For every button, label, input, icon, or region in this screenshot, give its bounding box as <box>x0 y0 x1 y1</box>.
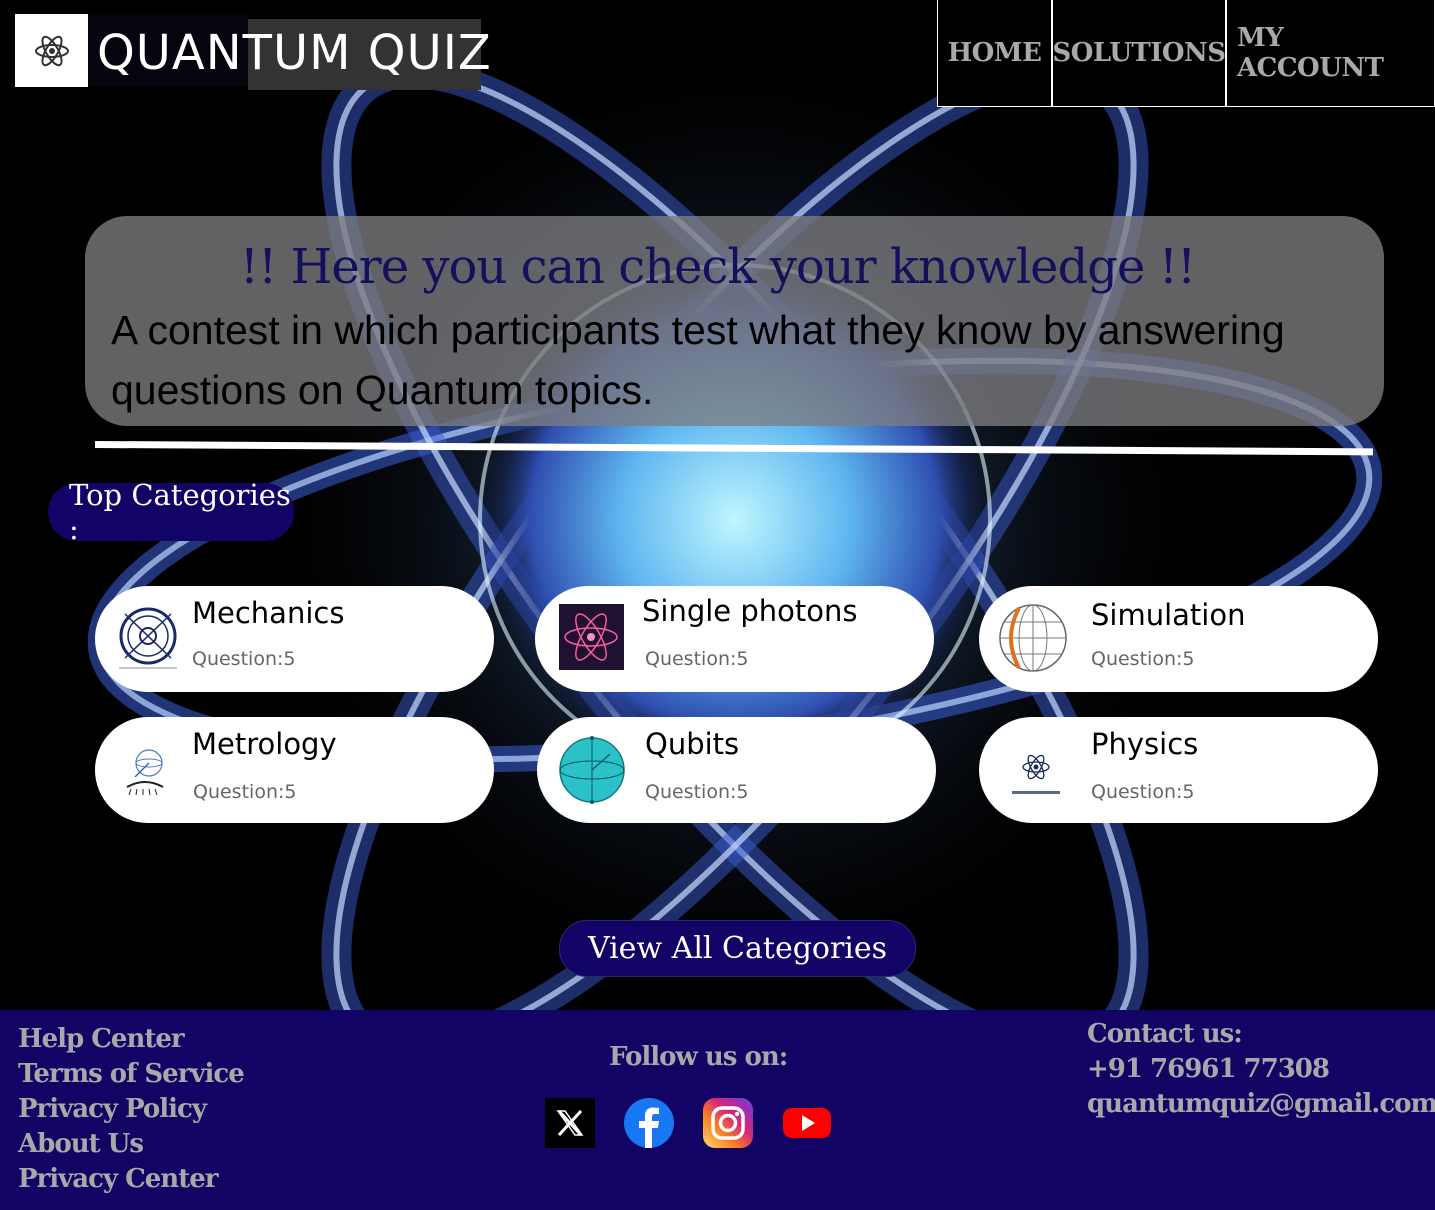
category-name: Single photons <box>642 594 858 628</box>
atom-photon-icon <box>559 604 624 670</box>
site-title[interactable]: QUANTUM QUIZ <box>97 24 492 82</box>
view-all-categories-button[interactable]: View All Categories <box>559 920 916 977</box>
question-count: Question:5 <box>645 781 749 803</box>
question-count: Question:5 <box>193 781 297 803</box>
top-categories-title: Top Categories : <box>48 478 294 546</box>
site-logo[interactable] <box>15 14 88 87</box>
follow-us-label: Follow us on: <box>609 1042 788 1072</box>
category-card-physics[interactable]: Physics Question:5 <box>979 717 1378 823</box>
eye-sphere-icon <box>126 749 164 796</box>
category-card-simulation[interactable]: Simulation Question:5 <box>979 586 1378 692</box>
x-icon[interactable] <box>545 1098 595 1148</box>
question-count: Question:5 <box>192 648 296 670</box>
footer-link-about-us[interactable]: About Us <box>18 1127 244 1162</box>
category-name: Simulation <box>1091 598 1246 632</box>
hero-description: A contest in which participants test wha… <box>111 307 1285 413</box>
facebook-icon[interactable] <box>624 1098 674 1148</box>
footer-link-help-center[interactable]: Help Center <box>18 1022 244 1057</box>
category-card-mechanics[interactable]: Mechanics Question:5 <box>95 586 494 692</box>
category-name: Mechanics <box>192 596 345 630</box>
category-name: Physics <box>1091 727 1199 761</box>
footer-link-terms[interactable]: Terms of Service <box>18 1057 245 1092</box>
category-name: Metrology <box>192 727 337 761</box>
nav-my-account[interactable]: MY ACCOUNT <box>1226 0 1435 107</box>
category-card-metrology[interactable]: Metrology Question:5 <box>95 717 494 823</box>
category-name: Qubits <box>645 727 740 761</box>
category-card-qubits[interactable]: Qubits Question:5 <box>537 717 936 823</box>
nav-solutions[interactable]: SOLUTIONS <box>1052 0 1226 107</box>
contact-email[interactable]: quantumquiz@gmail.com <box>1087 1087 1435 1122</box>
globe-icon <box>999 604 1067 672</box>
main-nav: HOME SOLUTIONS MY ACCOUNT <box>937 0 1435 108</box>
hero-heading: !! Here you can check your knowledge !! <box>239 239 1197 295</box>
atom-icon <box>1012 754 1060 794</box>
instagram-icon[interactable] <box>703 1098 753 1148</box>
question-count: Question:5 <box>645 648 749 670</box>
atom-logo-icon <box>34 35 69 66</box>
footer-links: Help Center Terms of Service Privacy Pol… <box>18 1022 245 1197</box>
bloch-sphere-icon <box>559 736 625 804</box>
contact-block: Contact us: +91 76961 77308 quantumquiz@… <box>1087 1017 1435 1122</box>
contact-phone[interactable]: +91 76961 77308 <box>1087 1052 1435 1087</box>
category-card-single-photons[interactable]: Single photons Question:5 <box>535 586 934 692</box>
question-count: Question:5 <box>1091 781 1195 803</box>
nav-home[interactable]: HOME <box>937 0 1052 107</box>
question-count: Question:5 <box>1091 648 1195 670</box>
youtube-icon[interactable] <box>782 1098 832 1148</box>
contact-title: Contact us: <box>1087 1019 1243 1049</box>
footer-link-privacy-center[interactable]: Privacy Center <box>18 1162 244 1197</box>
quantum-mechanics-logo-icon <box>119 607 177 669</box>
footer-link-privacy-policy[interactable]: Privacy Policy <box>18 1092 244 1127</box>
